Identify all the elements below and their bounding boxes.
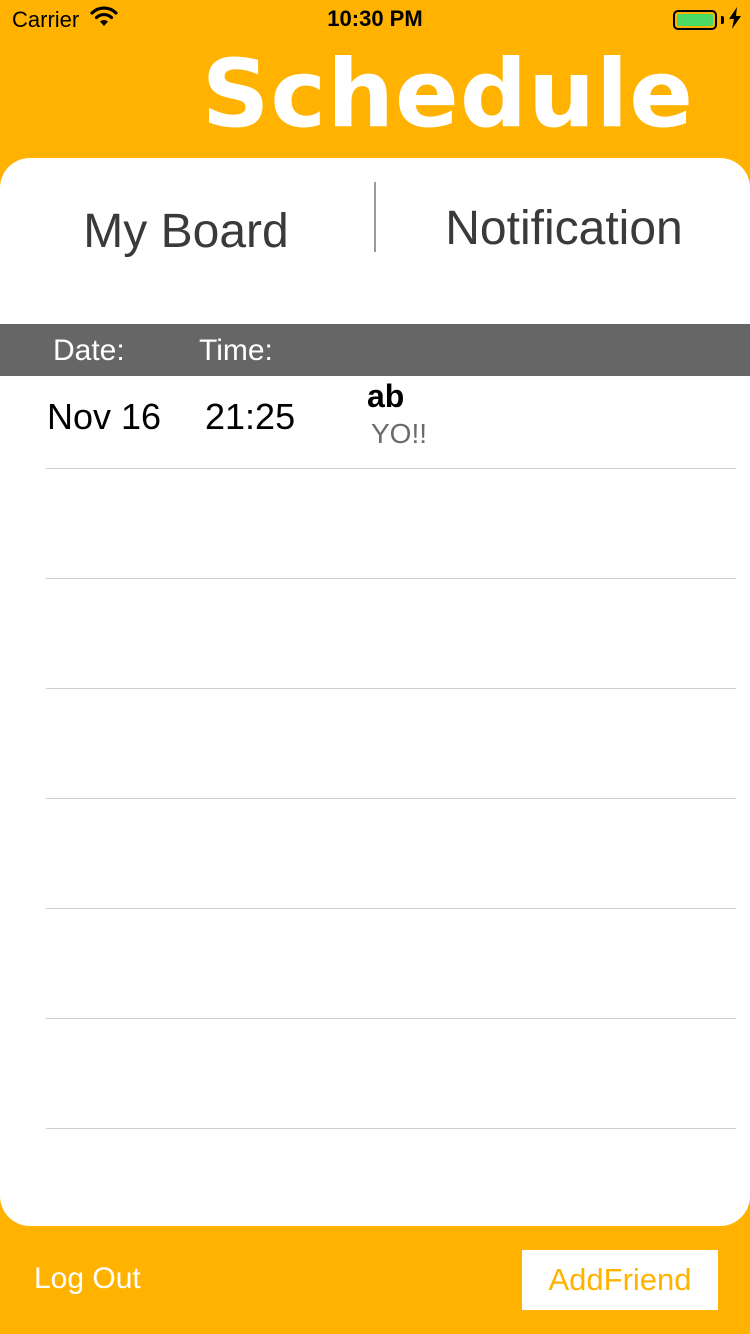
table-header: Date: Time: <box>0 324 750 376</box>
row-message: YO!! <box>371 418 428 449</box>
battery-icon <box>673 10 717 30</box>
add-friend-button[interactable]: AddFriend <box>522 1250 718 1310</box>
tab-divider <box>374 182 376 252</box>
empty-row <box>0 1019 750 1129</box>
tab-bar: My Board Notification <box>0 158 750 298</box>
page-title: Schedule <box>201 40 694 149</box>
status-right <box>673 7 742 33</box>
schedule-list[interactable]: Nov 16 21:25 ab YO!! <box>0 376 750 1226</box>
empty-row <box>0 909 750 1019</box>
empty-row <box>0 579 750 689</box>
status-bar: Carrier 10:30 PM <box>0 0 750 40</box>
status-time: 10:30 PM <box>327 6 423 31</box>
charging-bolt-icon <box>728 7 742 33</box>
table-row[interactable]: Nov 16 21:25 ab YO!! <box>0 376 750 469</box>
logout-button[interactable]: Log Out <box>34 1262 141 1296</box>
tab-my-board[interactable]: My Board <box>0 158 372 298</box>
empty-row <box>0 689 750 799</box>
empty-row <box>0 799 750 909</box>
row-date: Nov 16 <box>47 396 162 437</box>
empty-row <box>0 1129 750 1226</box>
row-time: 21:25 <box>205 396 296 437</box>
main-panel: My Board Notification Date: Time: Nov 16… <box>0 158 750 1226</box>
battery-level-fill <box>677 14 713 26</box>
tab-notification[interactable]: Notification <box>378 158 750 298</box>
empty-row <box>0 469 750 579</box>
column-header-date: Date: <box>53 334 125 367</box>
battery-tip <box>721 16 724 24</box>
column-header-time: Time: <box>199 334 273 367</box>
row-sender: ab <box>367 378 405 414</box>
